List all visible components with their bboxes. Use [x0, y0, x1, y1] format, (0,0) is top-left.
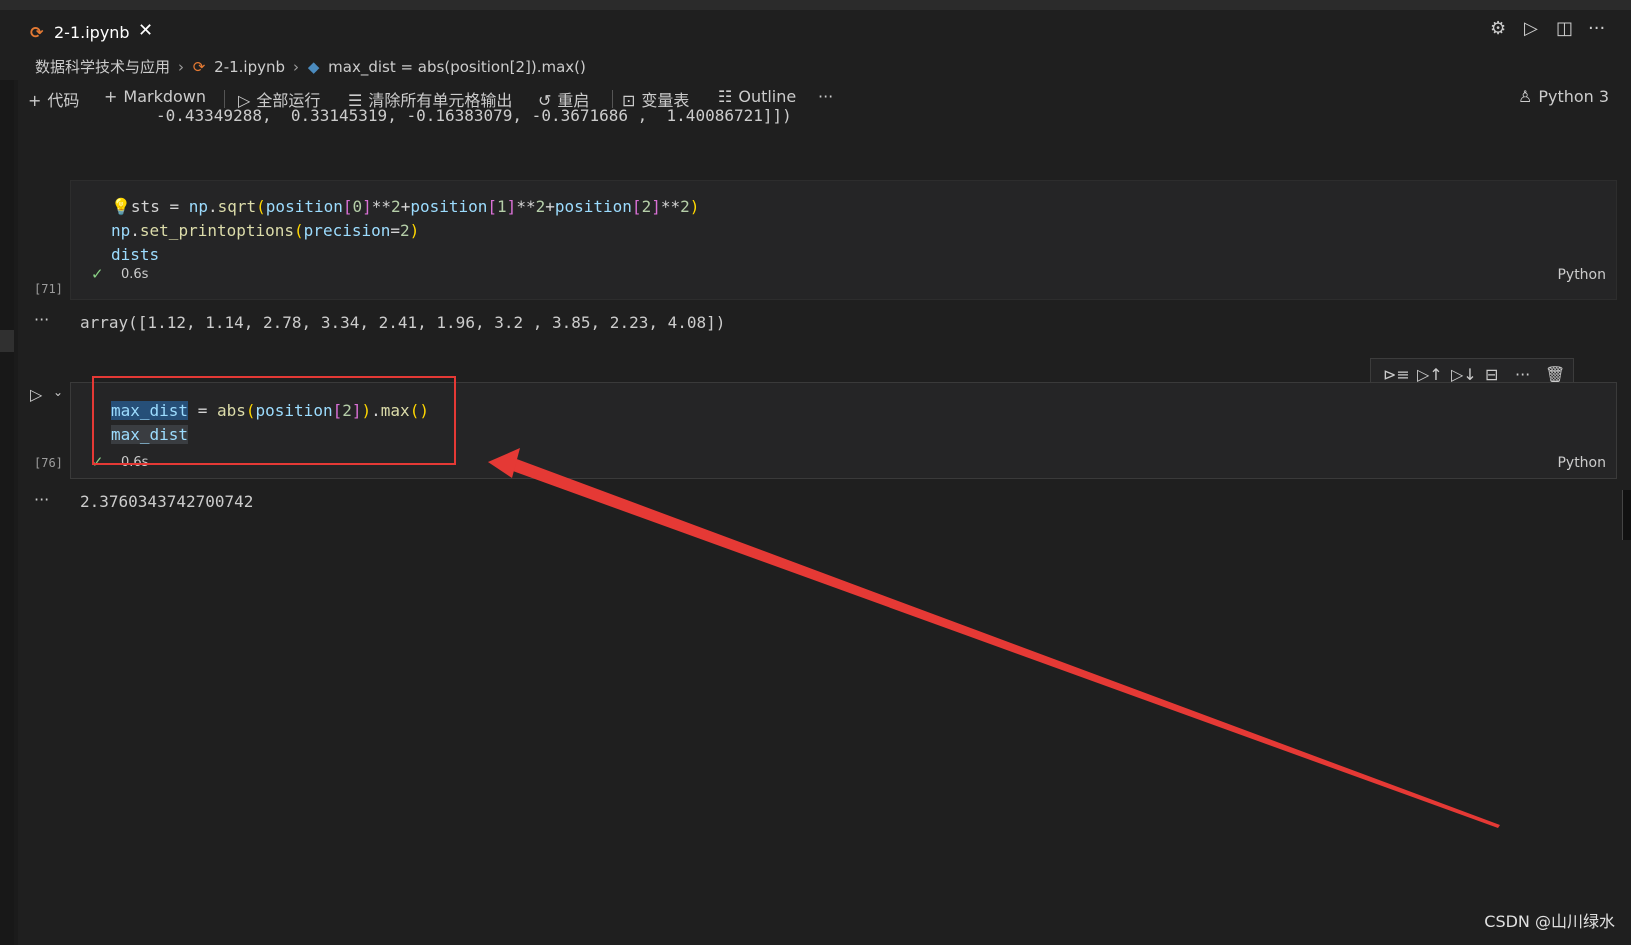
scrollbar-marker[interactable]: [1622, 490, 1631, 540]
annotation-arrow: [488, 448, 1500, 828]
annotation-arrow-head: [488, 448, 520, 478]
watermark: CSDN @山川绿水: [1484, 912, 1615, 931]
annotation-arrow-shaft: [488, 458, 1500, 828]
